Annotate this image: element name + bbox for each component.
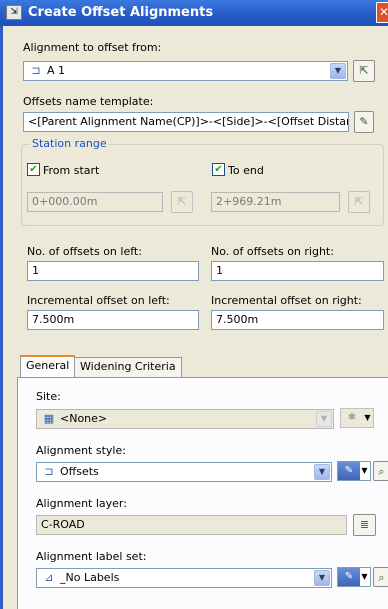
station-range-group [21, 144, 384, 226]
right-inc-input[interactable]: 7.500m [211, 310, 384, 330]
right-count-label: No. of offsets on right: [211, 245, 334, 258]
station-range-title: Station range [30, 137, 109, 150]
layer-label: Alignment layer: [36, 497, 127, 510]
left-inc-label: Incremental offset on left: [27, 294, 170, 307]
label-set-label: Alignment label set: [36, 550, 147, 563]
alignment-icon: ⊐ [31, 64, 41, 77]
alignment-layer-input[interactable]: C-ROAD [36, 515, 347, 535]
start-station-input[interactable]: 0+000.00m [27, 192, 163, 212]
edit-style-icon: ✎ [338, 462, 360, 480]
right-count-input[interactable]: 1 [211, 261, 384, 281]
chevron-down-icon: ▼ [364, 413, 371, 422]
pick-start-station-button[interactable]: ⇱ [171, 191, 193, 213]
to-end-checkbox[interactable]: ✔ [212, 163, 225, 176]
right-inc-label: Incremental offset on right: [211, 294, 362, 307]
layer-settings-button[interactable]: ≣ [353, 514, 376, 536]
alignment-from-label: Alignment to offset from: [23, 41, 162, 54]
alignment-style-value: Offsets [60, 465, 99, 478]
site-label: Site: [36, 390, 61, 403]
left-inc-input[interactable]: 7.500m [27, 310, 199, 330]
new-site-icon: ✱ [347, 412, 357, 423]
window-title: Create Offset Alignments [28, 5, 214, 20]
civil3d-app-icon: ⇲ [6, 5, 22, 20]
site-select[interactable]: ▦ <None> ▼ [36, 409, 334, 429]
alignment-from-select[interactable]: ⊐ A 1 ▼ [23, 61, 348, 81]
from-start-checkbox[interactable]: ✔ [27, 163, 40, 176]
chevron-down-icon[interactable]: ▼ [314, 464, 330, 480]
chevron-down-icon[interactable]: ▼ [314, 570, 330, 586]
chevron-down-icon: ▼ [361, 572, 368, 581]
pick-end-station-button[interactable]: ⇱ [348, 191, 370, 213]
chevron-down-icon: ▼ [361, 466, 368, 475]
pick-from-drawing-button[interactable]: ⇱ [353, 60, 375, 82]
style-label: Alignment style: [36, 444, 126, 457]
site-value: <None> [60, 412, 108, 425]
chevron-down-icon[interactable]: ▼ [330, 63, 346, 79]
label-set-select[interactable]: ⊿ _No Labels ▼ [36, 568, 332, 588]
from-start-label: From start [43, 164, 100, 177]
tab-widening-criteria[interactable]: Widening Criteria [74, 357, 182, 377]
name-template-input[interactable]: <[Parent Alignment Name(CP)]>-<[Side]>-<… [23, 112, 349, 132]
site-icon: ▦ [43, 412, 55, 425]
style-edit-split-button[interactable]: ✎ ▼ [337, 461, 371, 481]
end-station-input[interactable]: 2+969.21m [211, 192, 340, 212]
site-options-button[interactable]: ✱ ▼ [340, 408, 374, 428]
edit-label-set-icon: ✎ [338, 568, 360, 586]
left-count-label: No. of offsets on left: [27, 245, 142, 258]
tab-general[interactable]: General [20, 355, 76, 377]
to-end-label: To end [228, 164, 264, 177]
label-set-icon: ⊿ [44, 571, 54, 584]
chevron-down-icon[interactable]: ▼ [316, 411, 332, 427]
alignment-style-icon: ⊐ [44, 465, 54, 478]
label-set-preview-button[interactable]: ⌕ [373, 567, 388, 587]
label-set-edit-split-button[interactable]: ✎ ▼ [337, 567, 371, 587]
label-set-value: _No Labels [60, 571, 120, 584]
left-count-input[interactable]: 1 [27, 261, 199, 281]
name-template-label: Offsets name template: [23, 95, 154, 108]
alignment-style-select[interactable]: ⊐ Offsets ▼ [36, 462, 332, 482]
dialog-body: Alignment to offset from: ⊐ A 1 ▼ ⇱ Offse… [0, 26, 388, 609]
title-bar: ⇲ Create Offset Alignments ✕ [0, 0, 388, 26]
alignment-from-value: A 1 [47, 64, 66, 77]
style-preview-button[interactable]: ⌕ [373, 461, 388, 481]
close-button[interactable]: ✕ [376, 2, 388, 23]
edit-name-template-button[interactable]: ✎ [354, 111, 374, 133]
